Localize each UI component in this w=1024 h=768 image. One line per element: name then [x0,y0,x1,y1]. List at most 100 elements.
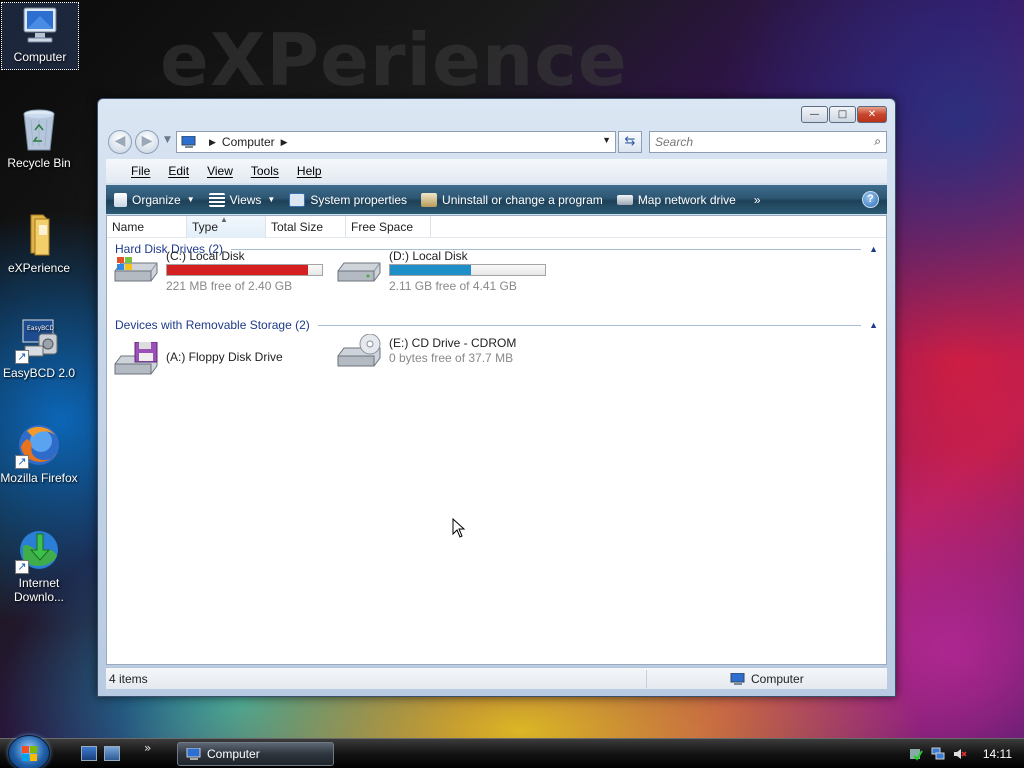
security-check-icon[interactable] [909,747,923,761]
breadcrumb-arrow-icon[interactable]: ▶ [209,137,216,148]
drive-name: (C:) Local Disk [166,249,245,263]
uninstall-icon [421,192,438,207]
views-icon [208,192,225,207]
taskbar: » Computer 14:11 [0,735,1024,768]
menu-tools[interactable]: Tools [242,164,288,178]
recycle-bin-icon [15,106,63,154]
help-button[interactable]: ? [862,191,879,208]
column-headers: Name ▲ Type Total Size Free Space [107,215,886,238]
organize-button[interactable]: Organize ▼ [114,192,195,207]
shortcut-arrow-icon: ↗ [15,560,29,574]
breadcrumb-arrow-icon[interactable]: ▶ [281,137,288,148]
organize-icon [114,192,127,207]
column-type-label: Type [192,220,219,234]
group-divider [317,324,862,326]
volume-muted-icon[interactable] [953,747,967,761]
status-location: Computer [730,672,804,686]
minimize-button[interactable]: — [801,106,828,123]
close-button[interactable]: ✕ [857,106,887,123]
desktop-icon-internet-download[interactable]: ↗ Internet Downlo... [0,526,78,604]
network-icon[interactable] [931,747,945,761]
menu-view[interactable]: View [198,164,242,178]
window-controls: — □ ✕ [801,106,887,123]
chevron-down-icon: ▼ [267,195,276,204]
menu-help[interactable]: Help [288,164,331,178]
computer-icon [18,6,62,48]
views-label: Views [229,192,262,207]
floppy-drive-icon [111,341,159,378]
views-button[interactable]: Views ▼ [208,192,276,207]
desktop-icon-label: Computer [13,50,67,64]
column-name[interactable]: Name [107,216,187,238]
windows-logo-icon [22,746,37,761]
system-properties-button[interactable]: System properties [289,192,408,207]
item-count: 4 items [109,672,148,686]
drive-usage-fill [390,265,471,275]
windows-drive-icon [111,253,159,289]
mouse-cursor-icon [452,518,466,538]
desktop-icon-recycle-bin[interactable]: Recycle Bin [0,106,78,170]
taskbar-button-label: Computer [207,747,260,761]
back-button[interactable]: ◀ [108,130,132,154]
drive-item-d[interactable]: (D:) Local Disk 2.11 GB free of 4.41 GB [334,249,554,293]
drive-item-e[interactable]: (E:) CD Drive - CDROM 0 bytes free of 37… [334,330,554,374]
forward-button[interactable]: ▶ [135,130,159,154]
collapse-group-icon[interactable]: ▲ [869,244,878,254]
explorer-window: — □ ✕ ◀ ▶ ▼ ▶ Computer ▶ ▼ ⇆ Search ⌕ Fi… [97,98,896,697]
breadcrumb-computer[interactable]: Computer [222,135,275,149]
desktop-watermark: eXPerience [160,18,628,102]
recent-pages-dropdown[interactable]: ▼ [164,135,171,145]
desktop-icon-label: eXPerience [7,261,71,275]
desktop-icon-firefox[interactable]: ↗ Mozilla Firefox [0,421,78,485]
idm-icon: ↗ [15,526,63,574]
system-properties-label: System properties [310,192,408,207]
taskbar-button-computer[interactable]: Computer [177,742,334,766]
search-input[interactable]: Search ⌕ [649,131,887,153]
collapse-group-icon[interactable]: ▲ [869,320,878,330]
address-bar[interactable]: ▶ Computer ▶ ▼ [176,131,616,153]
menu-edit[interactable]: Edit [159,164,198,178]
shortcut-arrow-icon: ↗ [15,350,29,364]
drive-free-space: 221 MB free of 2.40 GB [166,279,293,293]
drive-usage-bar [389,264,546,276]
refresh-button[interactable]: ⇆ [618,131,642,153]
computer-icon [730,672,745,685]
column-type[interactable]: ▲ Type [187,215,266,238]
address-dropdown-icon[interactable]: ▼ [602,135,611,145]
desktop-icon-label: Internet Downlo... [13,576,65,604]
clock[interactable]: 14:11 [983,747,1012,761]
desktop-icon-computer[interactable]: Computer [1,2,79,70]
map-network-drive-button[interactable]: Map network drive [616,192,736,207]
maximize-button[interactable]: □ [829,106,856,123]
easybcd-icon: EasyBCD ↗ [15,316,63,364]
quick-launch-chevron-icon[interactable]: » [144,741,151,755]
search-icon[interactable]: ⌕ [874,134,881,149]
desktop-icon-experience[interactable]: eXPerience [0,211,78,275]
drive-item-c[interactable]: (C:) Local Disk 221 MB free of 2.40 GB [111,249,331,293]
group-title: Devices with Removable Storage (2) [115,318,310,332]
status-divider [646,670,647,688]
file-list-pane: Name ▲ Type Total Size Free Space Hard D… [106,215,887,665]
uninstall-program-button[interactable]: Uninstall or change a program [421,192,603,207]
svg-text:EasyBCD: EasyBCD [27,325,54,332]
switch-windows-icon[interactable] [104,746,120,761]
shortcut-arrow-icon: ↗ [15,455,29,469]
drive-item-a[interactable]: (A:) Floppy Disk Drive [111,338,331,382]
status-bar: 4 items Computer [106,667,887,689]
column-free-space[interactable]: Free Space [346,216,431,238]
map-network-drive-label: Map network drive [637,192,736,207]
menu-file[interactable]: File [122,164,159,178]
column-total-size[interactable]: Total Size [266,216,346,238]
drive-usage-fill [167,265,309,275]
start-button[interactable] [8,735,50,768]
firefox-icon: ↗ [15,421,63,469]
search-placeholder: Search [655,135,694,149]
more-commands-chevron-icon[interactable]: » [754,193,761,207]
chevron-down-icon: ▼ [186,195,195,204]
show-desktop-icon[interactable] [81,746,97,761]
desktop-icon-easybcd[interactable]: EasyBCD ↗ EasyBCD 2.0 [0,316,78,380]
drive-free-space: 0 bytes free of 37.7 MB [389,351,514,365]
status-location-label: Computer [751,672,804,686]
computer-icon [186,747,201,760]
desktop-icon-label: EasyBCD 2.0 [2,366,76,380]
